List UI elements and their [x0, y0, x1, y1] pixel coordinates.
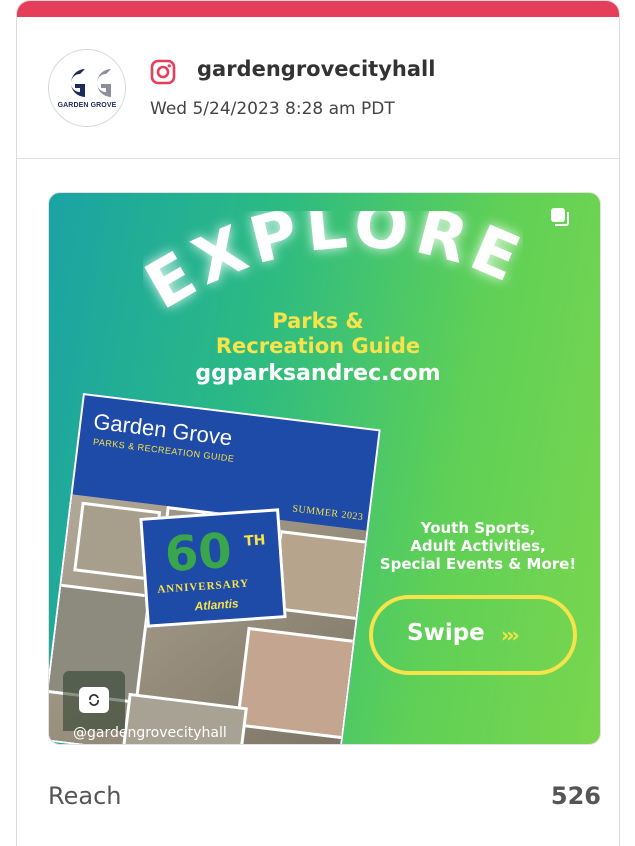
account-handle[interactable]: gardengrovecityhall	[197, 57, 435, 81]
post-header: GARDEN GROVE gardengrovecityhall Wed 5/2…	[17, 17, 619, 159]
collage-photo	[235, 626, 357, 740]
promo-text: Youth Sports, Adult Activities, Special …	[358, 519, 598, 573]
media-artwork: EXPLORE Parks & Recreation Guide ggparks…	[49, 193, 588, 744]
post-media[interactable]: EXPLORE Parks & Recreation Guide ggparks…	[48, 192, 601, 745]
guide-cover-season: SUMMER 2023	[291, 503, 364, 524]
anniversary-badge: 60 TH ANNIVERSARY Atlantis	[139, 508, 287, 628]
post-card: GARDEN GROVE gardengrovecityhall Wed 5/2…	[16, 0, 620, 846]
media-footer-handle: @gardengrovecityhall	[73, 725, 227, 741]
guide-subtitle-line2: Recreation Guide	[215, 334, 421, 358]
garden-grove-logo-icon	[71, 69, 111, 97]
chevron-right-icon: ›››	[501, 623, 520, 647]
rotate-arrows-icon	[89, 694, 99, 706]
promo-line: Youth Sports,	[420, 519, 536, 537]
post-timestamp: Wed 5/24/2023 8:28 am PDT	[150, 99, 395, 119]
reach-value: 526	[550, 782, 601, 810]
camera-rotate-icon	[79, 687, 109, 713]
accent-bar	[17, 1, 619, 17]
promo-line: Adult Activities,	[410, 537, 546, 555]
badge-brand: Atlantis	[194, 596, 240, 614]
explore-text: EXPLORE	[143, 211, 523, 321]
promo-line: Special Events & More!	[379, 555, 577, 573]
reel-badge[interactable]	[63, 671, 125, 731]
instagram-icon	[150, 59, 176, 85]
reach-label: Reach	[48, 782, 122, 810]
swipe-pill: Swipe ›››	[369, 595, 577, 675]
badge-suffix: TH	[243, 532, 267, 550]
explore-headline: EXPLORE	[143, 211, 523, 321]
stats-row: Reach 526	[48, 782, 601, 812]
avatar-logo-text: GARDEN GROVE	[57, 102, 117, 109]
badge-number: 60	[163, 522, 234, 584]
avatar[interactable]: GARDEN GROVE	[48, 49, 126, 127]
website-text: ggparksandrec.com	[195, 361, 441, 386]
svg-text:EXPLORE: EXPLORE	[143, 211, 523, 321]
swipe-label: Swipe	[407, 620, 485, 646]
guide-subtitle-line1: Parks &	[272, 309, 364, 333]
